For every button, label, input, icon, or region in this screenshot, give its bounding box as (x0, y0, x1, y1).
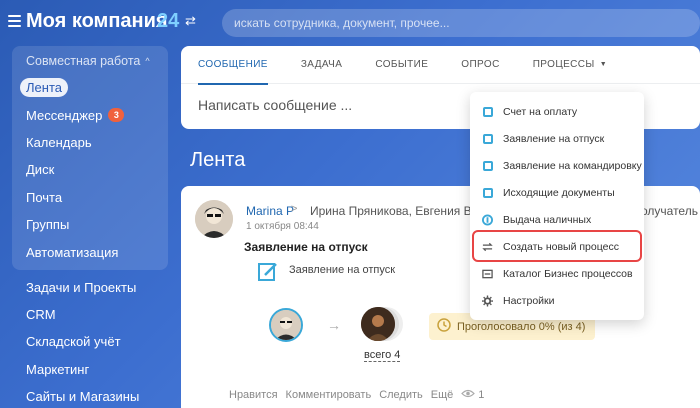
invoice-icon (482, 106, 493, 117)
sidebar: Совместная работа ^ Лента Мессенджер 3 Ка… (12, 46, 168, 408)
tab-event[interactable]: СОБЫТИЕ (375, 46, 428, 84)
avatar[interactable] (195, 200, 233, 238)
sidebar-item-inventory[interactable]: Складской учёт (12, 328, 168, 355)
compose-message-input[interactable]: Написать сообщение ... (198, 97, 352, 113)
sidebar-group: Совместная работа ^ Лента Мессенджер 3 Ка… (12, 46, 168, 270)
sidebar-item-messenger[interactable]: Мессенджер 3 (12, 101, 168, 128)
company-name[interactable]: Моя компания (26, 10, 168, 33)
chevron-up-icon: ^ (145, 56, 150, 66)
catalog-icon (482, 268, 493, 279)
sidebar-item-feed[interactable]: Лента (12, 74, 168, 101)
sidebar-item-tasks[interactable]: Задачи и Проекты (12, 274, 168, 301)
menu-item-catalog[interactable]: Каталог Бизнес процессов (470, 260, 644, 287)
tab-processes[interactable]: ПРОЦЕССЫ ▼ (533, 46, 607, 84)
post-actions: Нравится Комментировать Следить Ещё 1 (229, 389, 484, 401)
sidebar-item-automation[interactable]: Автоматизация (12, 238, 168, 265)
menu-item-vacation[interactable]: Заявление на отпуск (470, 125, 644, 152)
sidebar-item-calendar[interactable]: Календарь (12, 129, 168, 156)
cash-icon (482, 214, 493, 225)
approver-avatar[interactable] (361, 307, 395, 341)
sidebar-item-marketing[interactable]: Маркетинг (12, 356, 168, 383)
tab-poll[interactable]: ОПРОС (461, 46, 499, 84)
menu-item-outgoing-docs[interactable]: Исходящие документы (470, 179, 644, 206)
tab-message[interactable]: СООБЩЕНИЕ (198, 46, 268, 85)
top-bar: Моя компания 24 ⇄ (0, 0, 700, 46)
menu-item-cash[interactable]: Выдача наличных (470, 206, 644, 233)
post-date[interactable]: 1 октября 08:44 (246, 221, 319, 232)
trip-icon (482, 160, 493, 171)
sidebar-item-groups[interactable]: Группы (12, 211, 168, 238)
caret-down-icon: ▼ (599, 61, 608, 68)
views-count: 1 (461, 389, 484, 401)
all-approvers-link[interactable]: всего 4 (364, 349, 401, 362)
company-count: 24 (157, 10, 180, 32)
sidebar-item-mail[interactable]: Почта (12, 184, 168, 211)
search-input[interactable] (222, 9, 700, 37)
sidebar-item-sites[interactable]: Сайты и Магазины (12, 383, 168, 408)
page-title: Лента (190, 149, 246, 171)
comment-button[interactable]: Комментировать (286, 389, 372, 401)
clock-icon (437, 318, 451, 335)
sidebar-group-title[interactable]: Совместная работа ^ (12, 52, 168, 74)
follow-button[interactable]: Следить (379, 389, 423, 401)
menu-item-invoice[interactable]: Счет на оплату (470, 98, 644, 125)
vacation-icon (482, 133, 493, 144)
sidebar-item-crm[interactable]: CRM (12, 301, 168, 328)
processes-dropdown: Счет на оплату Заявление на отпуск Заявл… (470, 92, 644, 320)
sidebar-item-disk[interactable]: Диск (12, 156, 168, 183)
document-icon (257, 261, 279, 283)
more-button[interactable]: Ещё (431, 389, 454, 401)
tab-task[interactable]: ЗАДАЧА (301, 46, 342, 84)
initiator-avatar[interactable] (269, 308, 303, 342)
search-box[interactable] (222, 9, 700, 37)
post-title: Заявление на отпуск (244, 240, 368, 254)
chevron-right-icon: > (291, 203, 298, 215)
like-button[interactable]: Нравится (229, 389, 278, 401)
menu-item-settings[interactable]: Настройки (470, 287, 644, 314)
menu-item-trip[interactable]: Заявление на командировку (470, 152, 644, 179)
eye-icon (461, 389, 476, 401)
swap-icon[interactable]: ⇄ (185, 14, 199, 28)
post-author[interactable]: Marina P (246, 204, 294, 218)
messenger-badge: 3 (108, 108, 125, 123)
gear-icon (482, 295, 493, 306)
menu-icon[interactable] (8, 15, 21, 27)
highlight-box (472, 230, 642, 262)
compose-tabs: СООБЩЕНИЕ ЗАДАЧА СОБЫТИЕ ОПРОС ПРОЦЕССЫ ▼ (181, 46, 700, 85)
document-label[interactable]: Заявление на отпуск (289, 264, 395, 276)
outgoing-docs-icon (482, 187, 493, 198)
sidebar-list: Задачи и Проекты CRM Складской учёт Марк… (12, 270, 168, 408)
post-recipients-more[interactable]: олучатель (641, 204, 698, 218)
arrow-right-icon: → (327, 317, 341, 333)
